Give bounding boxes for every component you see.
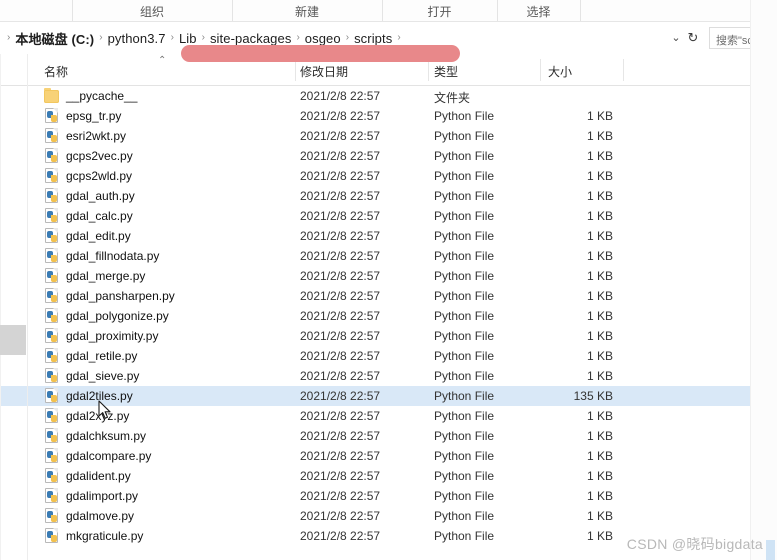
sort-ascending-icon: ⌃ [158, 55, 167, 66]
breadcrumb-separator[interactable]: › [168, 32, 177, 43]
file-size: 1 KB [586, 249, 613, 263]
breadcrumb-item-3[interactable]: Lib [177, 31, 199, 46]
file-size: 1 KB [586, 309, 613, 323]
file-size: 1 KB [586, 449, 613, 463]
file-size: 135 KB [573, 389, 613, 403]
file-size: 1 KB [586, 469, 613, 483]
ribbon-group-strip: 组织 新建 打开 选择 [0, 0, 777, 22]
file-size: 1 KB [586, 209, 613, 223]
folder-icon [44, 88, 60, 104]
redaction-bar [181, 45, 460, 62]
file-size: 1 KB [586, 289, 613, 303]
column-divider[interactable] [428, 59, 429, 81]
breadcrumb-separator[interactable]: › [394, 32, 403, 43]
vertical-scrollbar-thumb[interactable] [0, 325, 26, 355]
left-border [0, 54, 1, 560]
watermark-accent [766, 540, 775, 560]
ribbon-group-1[interactable]: 组织 [72, 3, 232, 20]
file-size: 1 KB [586, 489, 613, 503]
file-size: 1 KB [586, 129, 613, 143]
file-size: 1 KB [586, 149, 613, 163]
navigation-pane-divider [27, 54, 28, 560]
file-row[interactable]: gdal_proximity.py 2021/2/8 22:57 Python Fi… [0, 326, 777, 346]
file-size: 1 KB [586, 369, 613, 383]
file-size: 1 KB [586, 429, 613, 443]
breadcrumb-separator[interactable]: › [96, 32, 105, 43]
file-size: 1 KB [586, 529, 613, 543]
breadcrumb-item-6[interactable]: scripts [352, 31, 394, 46]
file-date-modified: 2021/2/8 22:57 [300, 89, 381, 103]
breadcrumb-separator[interactable]: › [199, 32, 208, 43]
column-divider[interactable] [295, 59, 296, 81]
file-row[interactable]: gdal_polygonize.py 2021/2/8 22:57 Python F… [0, 306, 777, 326]
chevron-down-icon[interactable]: ⌄ [668, 30, 684, 46]
file-name[interactable]: __pycache__ [66, 89, 137, 103]
file-row[interactable]: gdal_merge.py 2021/2/8 22:57 Python File 1 … [0, 266, 777, 286]
ribbon-group-divider [580, 0, 581, 21]
breadcrumb-separator[interactable]: › [343, 32, 352, 43]
file-type: 文件夹 [434, 91, 471, 105]
file-row[interactable]: gdalimport.py 2021/2/8 22:57 Python File 1 … [0, 486, 777, 506]
refresh-icon[interactable]: ↻ [684, 29, 702, 47]
column-header-size[interactable]: 大小 [548, 63, 572, 80]
breadcrumb-item-5[interactable]: osgeo [303, 31, 343, 46]
file-row[interactable]: gdal2tiles.py 2021/2/8 22:57 Python File 13… [0, 386, 777, 406]
file-size: 1 KB [586, 329, 613, 343]
file-row[interactable]: gdalchksum.py 2021/2/8 22:57 Python File 1 … [0, 426, 777, 446]
file-row[interactable]: gdal_fillnodata.py 2021/2/8 22:57 Python F… [0, 246, 777, 266]
breadcrumb-separator: › [7, 32, 11, 43]
file-row[interactable]: gdal_calc.py 2021/2/8 22:57 Python File 1 K… [0, 206, 777, 226]
column-divider[interactable] [623, 59, 624, 81]
file-size: 1 KB [586, 509, 613, 523]
file-row[interactable]: gcps2wld.py 2021/2/8 22:57 Python File 1 KB [0, 166, 777, 186]
file-row[interactable]: esri2wkt.py 2021/2/8 22:57 Python File 1 KB [0, 126, 777, 146]
breadcrumb-item-1[interactable]: 本地磁盘 (C:) [13, 29, 96, 48]
breadcrumb-item-2[interactable]: python3.7 [106, 31, 168, 46]
file-row[interactable]: gdalcompare.py 2021/2/8 22:57 Python File 1… [0, 446, 777, 466]
file-row[interactable]: gdal_pansharpen.py 2021/2/8 22:57 Python F… [0, 286, 777, 306]
column-header-name[interactable]: 名称 [44, 63, 68, 80]
file-size: 1 KB [586, 229, 613, 243]
file-size: 1 KB [586, 189, 613, 203]
file-row[interactable]: gdalmove.py 2021/2/8 22:57 Python File 1 KB [0, 506, 777, 526]
file-size: 1 KB [586, 409, 613, 423]
column-header-type[interactable]: 类型 [434, 63, 458, 80]
file-row[interactable]: gdalident.py 2021/2/8 22:57 Python File 1 K… [0, 466, 777, 486]
breadcrumb-item-4[interactable]: site-packages [208, 31, 294, 46]
ribbon-group-3[interactable]: 打开 [382, 3, 497, 20]
file-row[interactable]: gdal_auth.py 2021/2/8 22:57 Python File 1 K… [0, 186, 777, 206]
file-size: 1 KB [586, 269, 613, 283]
file-row[interactable]: gdal_sieve.py 2021/2/8 22:57 Python File 1 … [0, 366, 777, 386]
ribbon-group-4[interactable]: 选择 [497, 3, 580, 20]
file-row[interactable]: __pycache__ 2021/2/8 22:57 文件夹 [0, 86, 777, 106]
file-row[interactable]: gcps2vec.py 2021/2/8 22:57 Python File 1 KB [0, 146, 777, 166]
column-divider[interactable] [540, 59, 541, 81]
file-size: 1 KB [586, 169, 613, 183]
file-size: 1 KB [586, 109, 613, 123]
file-list[interactable]: __pycache__ 2021/2/8 22:57 文件夹 epsg_tr.py 20… [0, 86, 777, 560]
file-row[interactable]: gdal_edit.py 2021/2/8 22:57 Python File 1 K… [0, 226, 777, 246]
file-row[interactable]: gdal2xyz.py 2021/2/8 22:57 Python File 1 KB [0, 406, 777, 426]
ribbon-group-2[interactable]: 新建 [232, 3, 382, 20]
file-row[interactable]: gdal_retile.py 2021/2/8 22:57 Python File 1… [0, 346, 777, 366]
watermark-text: CSDN @晓码bigdata [626, 536, 763, 552]
right-pane-edge [750, 0, 777, 560]
column-header-date-modified[interactable]: 修改日期 [300, 63, 348, 80]
breadcrumb-separator[interactable]: › [293, 32, 302, 43]
file-size: 1 KB [586, 349, 613, 363]
file-row[interactable]: epsg_tr.py 2021/2/8 22:57 Python File 1 KB [0, 106, 777, 126]
